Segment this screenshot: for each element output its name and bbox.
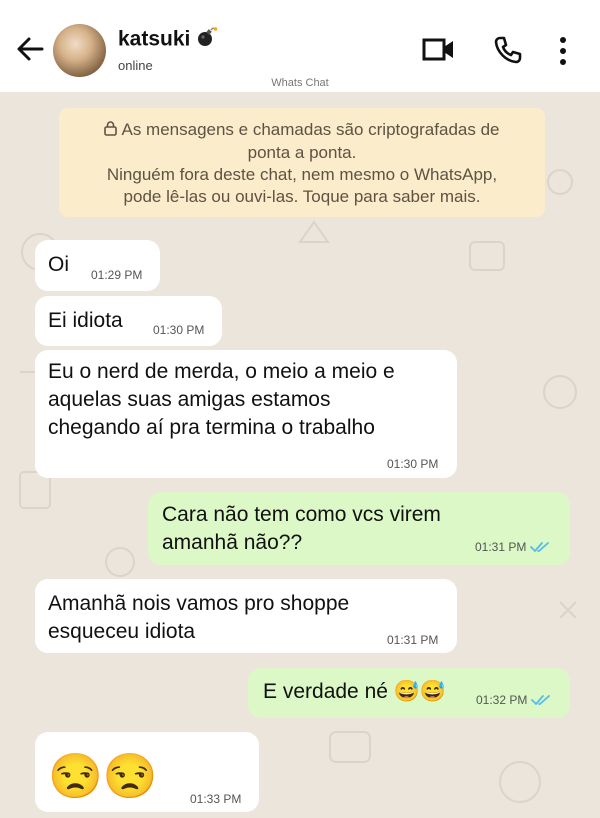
message-bubble-incoming[interactable]: Eu o nerd de merda, o meio a meio e aque…	[35, 350, 457, 478]
notice-line-2: ponta a ponta.	[247, 143, 357, 162]
contact-name[interactable]: katsuki	[118, 27, 218, 53]
message-time: 01:31 PM	[387, 633, 439, 647]
message-text-line: Cara não tem como vcs virem	[162, 503, 441, 526]
message-time: 01:30 PM	[153, 323, 205, 337]
message-time: 01:33 PM	[190, 792, 242, 806]
message-bubble-incoming[interactable]: 😒😒 01:33 PM	[35, 732, 259, 812]
message-time: 01:32 PM	[476, 693, 528, 707]
message-bubble-incoming[interactable]: Amanhã nois vamos pro shoppe esqueceu id…	[35, 579, 457, 653]
more-options-icon[interactable]	[556, 36, 570, 66]
emoji-message-text: 😒😒	[48, 752, 158, 801]
message-time: 01:30 PM	[387, 457, 439, 471]
message-time: 01:31 PM	[475, 540, 527, 554]
notice-line-4: pode lê-las ou ouvi-las. Toque para sabe…	[123, 187, 481, 206]
contact-avatar[interactable]	[53, 24, 106, 77]
contact-name-text: katsuki	[118, 27, 191, 51]
whatsapp-chat-screen: katsuki online Whats Chat As mensagens e…	[0, 0, 600, 818]
message-text-line: aquelas suas amigas estamos	[48, 388, 331, 411]
video-call-icon[interactable]	[422, 36, 456, 64]
chat-area[interactable]: As mensagens e chamadas são criptografad…	[0, 92, 600, 818]
contact-status: online	[118, 58, 153, 73]
message-time-row: 01:31 PM	[475, 540, 550, 556]
bomb-emoji-icon	[196, 27, 218, 53]
notice-line-1: As mensagens e chamadas são criptografad…	[121, 120, 500, 139]
voice-call-icon[interactable]	[493, 35, 523, 65]
message-bubble-outgoing[interactable]: Cara não tem como vcs virem amanhã não??…	[148, 492, 570, 565]
message-text-line: Amanhã nois vamos pro shoppe	[48, 592, 350, 615]
message-time: 01:29 PM	[91, 268, 143, 282]
lock-icon	[104, 120, 118, 142]
message-text: Oi	[48, 253, 69, 276]
app-watermark: Whats Chat	[271, 77, 329, 89]
message-text-line: esqueceu idiota	[48, 620, 196, 643]
back-arrow-icon[interactable]	[14, 33, 46, 65]
message-bubble-incoming[interactable]: Oi 01:29 PM	[35, 240, 160, 291]
message-text-line: amanhã não??	[162, 531, 303, 554]
read-ticks-icon	[530, 541, 550, 556]
message-bubble-outgoing[interactable]: E verdade né 😅😅 01:32 PM	[248, 668, 570, 718]
read-ticks-icon	[531, 694, 551, 709]
message-text-line: Eu o nerd de merda, o meio a meio e	[48, 360, 395, 383]
message-text-line: chegando aí pra termina o trabalho	[48, 416, 375, 439]
encryption-notice[interactable]: As mensagens e chamadas são criptografad…	[59, 108, 545, 217]
message-bubble-incoming[interactable]: Ei idiota 01:30 PM	[35, 296, 222, 346]
message-text: Ei idiota	[48, 309, 123, 332]
chat-header: katsuki online Whats Chat	[0, 0, 600, 92]
message-time-row: 01:32 PM	[476, 693, 551, 709]
notice-line-3: Ninguém fora deste chat, nem mesmo o Wha…	[106, 165, 498, 184]
message-text: E verdade né 😅😅	[263, 680, 447, 703]
